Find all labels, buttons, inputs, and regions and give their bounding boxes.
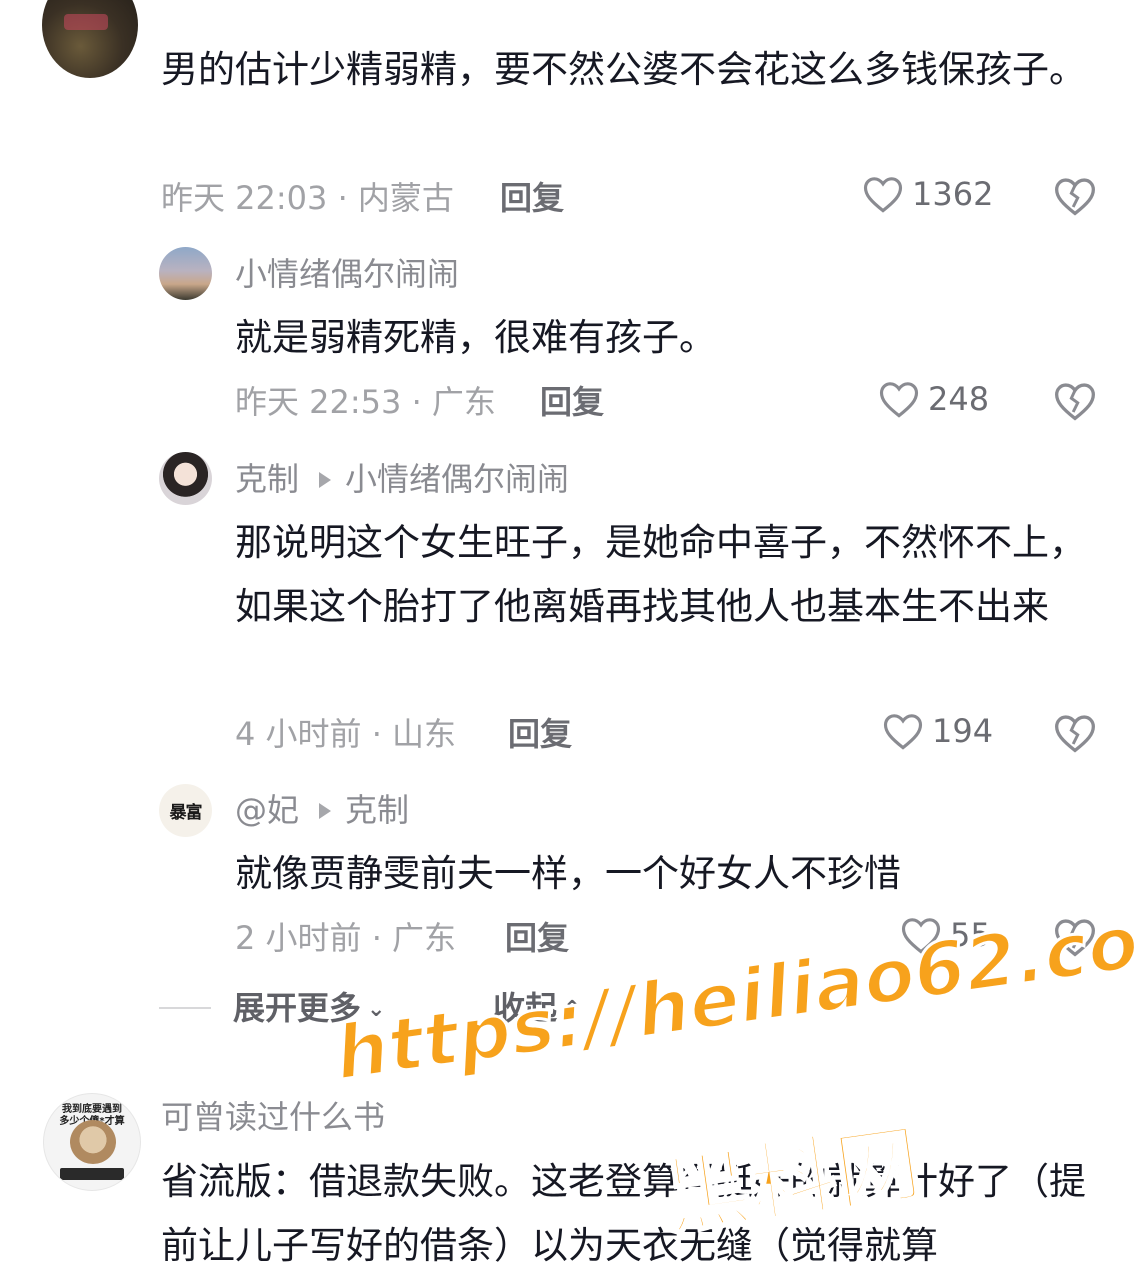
reply-text: 就是弱精死精，很难有孩子。 [235, 316, 716, 359]
commenter-avatar[interactable]: 我到底要遇到 多少个傻*才算 [43, 1093, 141, 1191]
reply-username[interactable]: 小情绪偶尔闹闹 [235, 254, 459, 294]
like-button[interactable]: 1362 [862, 174, 993, 214]
dislike-button[interactable] [1053, 712, 1097, 756]
heart-outline-icon [862, 174, 904, 214]
broken-heart-icon [1053, 712, 1097, 754]
heart-outline-icon [878, 379, 920, 419]
reply-avatar[interactable] [159, 452, 212, 505]
reply-to-arrow-icon [319, 471, 332, 488]
commenter-avatar[interactable] [42, 0, 138, 78]
reply-meta: 昨天 22:53 · 广东 [235, 383, 496, 421]
reply-text: 那说明这个女生旺子，是她命中喜子，不然怀不上，如果这个胎打了他离婚再找其他人也基… [235, 521, 1086, 628]
broken-heart-icon [1053, 380, 1097, 422]
like-button[interactable]: 194 [882, 711, 993, 751]
reply-to-arrow-icon [319, 802, 332, 819]
reply-button[interactable]: 回复 [500, 178, 564, 218]
like-count: 1362 [912, 175, 994, 213]
reply-to-username[interactable]: 小情绪偶尔闹闹 [345, 460, 569, 498]
comment-meta: 昨天 22:03 · 内蒙古 [161, 179, 454, 217]
reply-meta: 2 小时前 · 广东 [235, 919, 457, 957]
reply-to-username[interactable]: 克制 [345, 791, 409, 829]
comment-text: 省流版：借退款失败。这老登算得挺好的就算计好了（提前让儿子写好的借条）以为天衣无… [161, 1160, 1086, 1267]
avatar-bar [60, 1168, 124, 1180]
like-count: 248 [928, 380, 990, 418]
like-button[interactable]: 248 [878, 379, 989, 419]
reply-meta: 4 小时前 · 山东 [235, 715, 457, 753]
reply-username[interactable]: 克制 小情绪偶尔闹闹 [235, 459, 569, 499]
reply-username[interactable]: @妃 克制 [235, 790, 409, 830]
dislike-button[interactable] [1053, 380, 1097, 424]
reply-avatar[interactable] [159, 247, 212, 300]
comment-username[interactable]: 可曾读过什么书 [161, 1097, 385, 1137]
broken-heart-icon [1053, 175, 1097, 217]
dislike-button[interactable] [1053, 175, 1097, 219]
reply-button[interactable]: 回复 [508, 714, 572, 754]
cat-face-image [70, 1120, 116, 1164]
reply-avatar[interactable]: 暴富 [159, 784, 212, 837]
like-count: 194 [932, 712, 994, 750]
reply-button[interactable]: 回复 [505, 918, 569, 958]
comment-text: 男的估计少精弱精，要不然公婆不会花这么多钱保孩子。 [161, 48, 1086, 91]
avatar-text: 暴富 [169, 803, 203, 823]
reply-button[interactable]: 回复 [540, 382, 604, 422]
thread-divider [159, 1007, 211, 1009]
reply-text: 就像贾静雯前夫一样，一个好女人不珍惜 [235, 852, 901, 895]
heart-outline-icon [882, 711, 924, 751]
